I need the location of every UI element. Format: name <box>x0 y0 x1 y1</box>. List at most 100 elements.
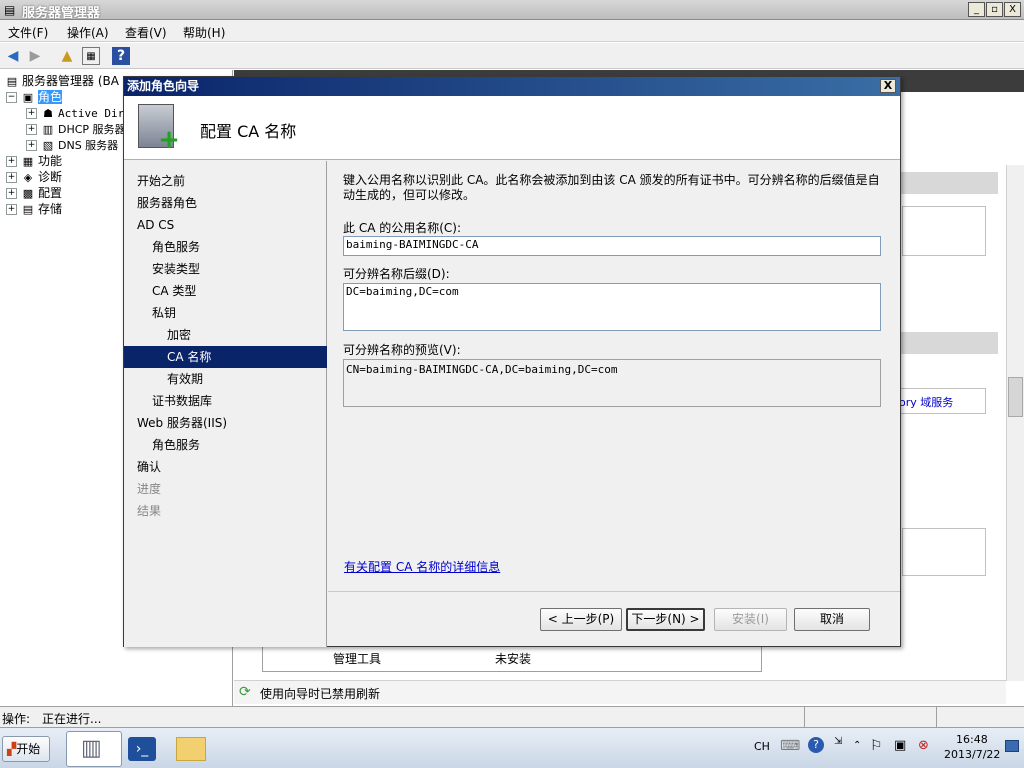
network-icon[interactable]: ▣ <box>894 738 906 753</box>
wizard-step[interactable]: 有效期 <box>124 368 327 390</box>
expand-icon[interactable]: + <box>6 156 17 167</box>
ad-ds-link[interactable]: ory 域服务 <box>899 394 953 410</box>
wizard-step[interactable]: 安装类型 <box>124 258 327 280</box>
taskbar-explorer[interactable] <box>166 731 222 767</box>
suffix-textarea[interactable]: DC=baiming,DC=com <box>343 283 881 331</box>
forward-arrow-icon[interactable]: ▶ <box>26 47 44 65</box>
wizard-title: 添加角色向导 <box>127 79 200 93</box>
install-button[interactable]: 安装(I) <box>714 608 787 631</box>
menu-help[interactable]: 帮助(H) <box>183 24 225 41</box>
start-button[interactable]: ▞开始 <box>2 736 50 762</box>
add-plus-icon: + <box>158 125 180 155</box>
expand-icon[interactable]: + <box>26 140 37 151</box>
menu-action[interactable]: 操作(A) <box>67 24 109 41</box>
cancel-button[interactable]: 取消 <box>794 608 870 631</box>
wizard-step[interactable]: AD CS <box>124 214 327 236</box>
wizard-step[interactable]: 开始之前 <box>124 170 327 192</box>
menu-view[interactable]: 查看(V) <box>125 24 167 41</box>
common-name-input[interactable]: baiming-BAIMINGDC-CA <box>343 236 881 256</box>
wizard-title-bar: 添加角色向导 X <box>124 77 900 96</box>
help-icon[interactable]: ? <box>112 47 130 65</box>
preview-label: 可分辨名称的预览(V): <box>343 343 461 357</box>
show-hidden-icons[interactable]: ⌃ <box>853 740 861 751</box>
common-name-label: 此 CA 的公用名称(C): <box>343 221 462 235</box>
restore-button[interactable]: ▫ <box>986 2 1003 17</box>
close-button[interactable]: X <box>1004 2 1021 17</box>
wizard-page-title: 配置 CA 名称 <box>200 122 297 141</box>
wizard-header: + 配置 CA 名称 <box>124 96 900 160</box>
expand-icon[interactable]: + <box>26 108 37 119</box>
preview-textbox: CN=baiming-BAIMINGDC-CA,DC=baiming,DC=co… <box>343 359 881 407</box>
tree-item-ad[interactable]: + ☗ Active Dir <box>26 105 124 121</box>
next-button[interactable]: 下一步(N) > <box>626 608 705 631</box>
taskbar: ▞开始 ▥ ›_ CH ⌨ ? ⇲ ⌃ ⚐ ▣ ⊗ 16:48 2013/7/2… <box>0 727 1024 768</box>
wizard-step[interactable]: 证书数据库 <box>124 390 327 412</box>
section-box: ory 域服务 <box>896 388 986 414</box>
server-manager-icon: ▤ <box>6 74 18 88</box>
menu-bar: 文件(F) 操作(A) 查看(V) 帮助(H) <box>0 20 1024 42</box>
wizard-step[interactable]: 加密 <box>124 324 327 346</box>
action-center-flag-icon[interactable]: ⚐ <box>870 738 883 754</box>
wizard-step[interactable]: Web 服务器(IIS) <box>124 412 327 434</box>
tree-item-diagnostics[interactable]: + ◈ 诊断 <box>6 169 62 185</box>
more-info-link[interactable]: 有关配置 CA 名称的详细信息 <box>344 560 500 575</box>
taskbar-server-manager[interactable]: ▥ <box>66 731 122 767</box>
tree-item-features[interactable]: + ▦ 功能 <box>6 153 62 169</box>
status-divider <box>804 707 805 727</box>
status-divider <box>936 707 937 727</box>
minimize-button[interactable]: _ <box>968 2 985 17</box>
storage-icon: ▤ <box>22 202 34 216</box>
taskbar-powershell[interactable]: ›_ <box>116 731 172 767</box>
back-button[interactable]: < 上一步(P) <box>540 608 622 631</box>
tree-item-server-manager[interactable]: ▤ 服务器管理器 (BA <box>4 73 119 89</box>
section-header <box>896 332 998 354</box>
wizard-step[interactable]: 角色服务 <box>124 236 327 258</box>
wizard-step[interactable]: CA 类型 <box>124 280 327 302</box>
keyboard-icon[interactable]: ⌨ <box>780 738 800 754</box>
tree-item-dhcp[interactable]: + ▥ DHCP 服务器 <box>26 121 126 137</box>
language-indicator[interactable]: CH <box>754 740 770 753</box>
button-separator <box>328 591 900 592</box>
expand-icon[interactable]: + <box>6 204 17 215</box>
up-folder-icon[interactable]: ▲ <box>58 47 76 65</box>
tree-item-roles[interactable]: − ▣ 角色 <box>6 89 63 105</box>
expand-icon[interactable]: + <box>26 124 37 135</box>
clock-time[interactable]: 16:48 <box>956 733 988 746</box>
options-icon[interactable]: ⇲ <box>834 736 842 747</box>
tree-item-dns[interactable]: + ▧ DNS 服务器 <box>26 137 118 153</box>
back-arrow-icon[interactable]: ◀ <box>4 47 22 65</box>
status-label: 操作: <box>2 712 31 726</box>
server-manager-icon: ▥ <box>81 736 102 761</box>
suffix-label: 可分辨名称后缀(D): <box>343 267 450 281</box>
help-icon[interactable]: ? <box>808 737 824 753</box>
menu-file[interactable]: 文件(F) <box>8 24 48 41</box>
show-desktop-icon[interactable] <box>1005 740 1019 752</box>
app-title-bar: ▤ 服务器管理器 _ ▫ X <box>0 0 1024 21</box>
wizard-step[interactable]: 角色服务 <box>124 434 327 456</box>
wizard-step[interactable]: CA 名称 <box>124 346 327 368</box>
features-icon: ▦ <box>22 154 34 168</box>
tree-item-configuration[interactable]: + ▩ 配置 <box>6 185 62 201</box>
roles-icon: ▣ <box>22 90 34 104</box>
wizard-close-button[interactable]: X <box>880 79 896 93</box>
wizard-step[interactable]: 确认 <box>124 456 327 478</box>
collapse-icon[interactable]: − <box>6 92 17 103</box>
wizard-step[interactable]: 私钥 <box>124 302 327 324</box>
dhcp-icon: ▥ <box>42 122 54 136</box>
volume-muted-icon[interactable]: ⊗ <box>918 738 929 753</box>
wizard-step[interactable]: 服务器角色 <box>124 192 327 214</box>
tree-item-storage[interactable]: + ▤ 存储 <box>6 201 62 217</box>
show-hide-tree-icon[interactable]: ▦ <box>82 47 100 65</box>
clock-date[interactable]: 2013/7/22 <box>944 748 1000 761</box>
expand-icon[interactable]: + <box>6 172 17 183</box>
wizard-step: 结果 <box>137 504 162 518</box>
section-box <box>902 528 986 576</box>
table-row: 管理工具 未安装 <box>262 646 762 672</box>
toolbar: ◀ ▶ ▲ ▦ ? <box>0 43 1024 69</box>
refresh-icon: ⟳ <box>239 684 251 700</box>
vertical-scrollbar[interactable] <box>1006 165 1024 681</box>
table-cell-status: 未安装 <box>495 652 532 666</box>
expand-icon[interactable]: + <box>6 188 17 199</box>
scrollbar-thumb[interactable] <box>1008 377 1023 417</box>
powershell-icon: ›_ <box>128 737 156 761</box>
